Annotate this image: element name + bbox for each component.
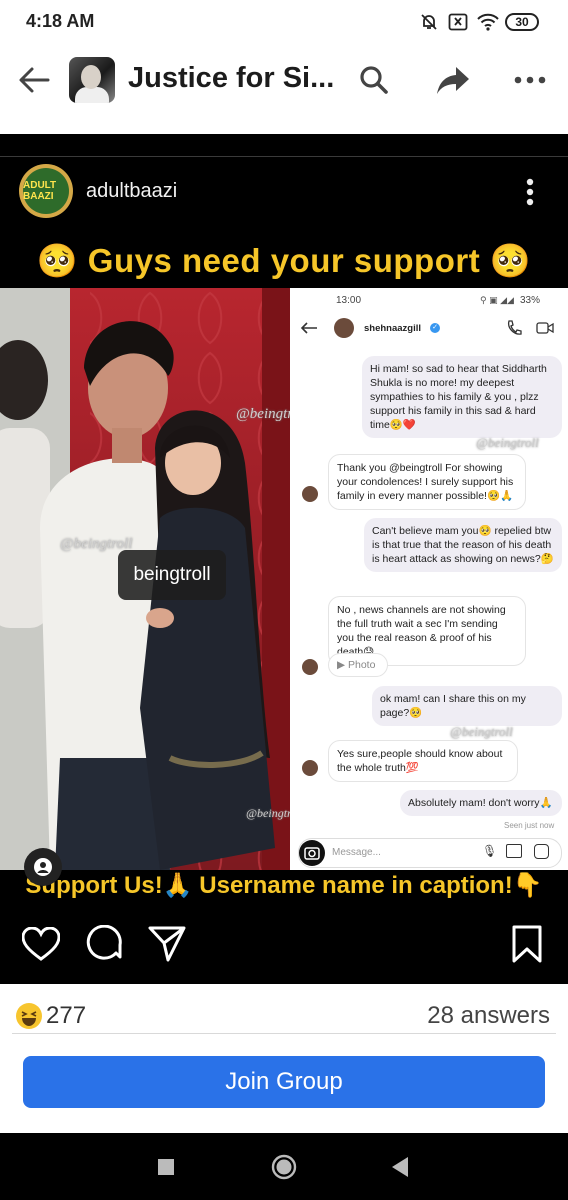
watermark: @beingtroll xyxy=(450,724,513,739)
back-button[interactable] xyxy=(14,60,54,100)
share-arrow-icon xyxy=(437,67,469,94)
save-button[interactable] xyxy=(505,922,549,966)
more-options-button[interactable] xyxy=(510,60,550,100)
watermark: @beingtroll xyxy=(246,806,290,820)
search-button[interactable] xyxy=(354,60,394,100)
footer-divider xyxy=(12,1033,556,1034)
group-title[interactable]: Justice for Si... xyxy=(128,62,334,95)
gallery-icon xyxy=(506,844,522,858)
home-button[interactable] xyxy=(262,1145,306,1189)
chat-back-icon xyxy=(300,322,317,334)
contact-name: shehnaazgill xyxy=(364,323,422,334)
comment-button[interactable] xyxy=(83,922,127,966)
more-vertical-icon xyxy=(526,178,534,206)
support-banner: Support Us!🙏 Username name in caption!👇 xyxy=(25,871,543,899)
mic-icon: 🎙 xyxy=(482,844,498,858)
image-user-tag[interactable]: beingtroll xyxy=(118,550,226,600)
share-button[interactable] xyxy=(433,60,473,100)
video-icon xyxy=(536,322,554,334)
triangle-back-icon xyxy=(392,1157,408,1177)
post-headline: 🥺 Guys need your support 🥺 xyxy=(36,241,532,279)
answers-count[interactable]: 28 answers xyxy=(427,1002,550,1030)
paper-plane-icon xyxy=(148,926,186,962)
tagged-users-button[interactable] xyxy=(24,848,62,886)
arrow-left-icon xyxy=(19,67,50,93)
comment-icon xyxy=(86,925,122,960)
seen-label: Seen just now xyxy=(504,821,555,830)
contact-avatar xyxy=(302,760,318,776)
post-author-name[interactable]: adultbaazi xyxy=(86,180,177,203)
like-button[interactable] xyxy=(19,922,63,966)
square-icon xyxy=(158,1159,174,1175)
sticker-icon xyxy=(534,844,549,859)
camera-icon xyxy=(299,840,325,866)
watermark: @beingtroll xyxy=(476,435,539,450)
chat-message: Can't believe mam you🥺 repelied btw is t… xyxy=(364,518,562,572)
message-placeholder: Message... xyxy=(332,847,381,858)
more-horizontal-icon xyxy=(514,76,546,84)
contact-avatar xyxy=(334,318,354,338)
chat-message: Absolutely mam! don't worry🙏 xyxy=(400,790,562,816)
bookmark-icon xyxy=(512,925,542,963)
person-icon xyxy=(34,858,52,876)
post-author-avatar-logo: ADULT BAAZI xyxy=(23,168,69,214)
status-time: 4:18 AM xyxy=(26,11,95,31)
chat-message: Thank you @beingtroll For showing your c… xyxy=(328,454,526,510)
watermark: @beingtroll xyxy=(236,406,290,422)
post-more-button[interactable] xyxy=(516,176,544,208)
chat-time: 13:00 xyxy=(336,295,362,306)
chat-message: Hi mam! so sad to hear that Siddharth Sh… xyxy=(362,356,562,438)
post-divider xyxy=(0,156,568,157)
phone-icon xyxy=(508,320,522,335)
reactions-summary[interactable]: 277 xyxy=(16,1002,86,1030)
chat-signal-icons: ⚲ ▣ ◢◢ xyxy=(480,295,514,305)
laughing-emoji-icon xyxy=(16,1003,42,1029)
circle-home-icon xyxy=(271,1154,297,1180)
group-avatar[interactable] xyxy=(69,57,115,103)
battery-icon: 30 xyxy=(505,13,539,31)
recents-button[interactable] xyxy=(144,1145,188,1189)
contact-avatar xyxy=(302,486,318,502)
chat-photo-message: ▶ Photo xyxy=(328,653,388,677)
nav-back-button[interactable] xyxy=(378,1145,422,1189)
send-button[interactable] xyxy=(145,922,189,966)
search-icon xyxy=(360,66,388,94)
chat-message: ok mam! can I share this on my page?🥺 xyxy=(372,686,562,726)
bell-off-icon xyxy=(418,12,440,32)
wifi-icon xyxy=(475,12,501,32)
chat-battery: 33% xyxy=(520,295,541,306)
heart-icon xyxy=(22,927,60,961)
box-x-icon xyxy=(447,12,469,32)
verified-icon: ✓ xyxy=(430,323,440,333)
post-author-avatar[interactable]: ADULT BAAZI xyxy=(19,164,73,218)
chat-message: Yes sure,people should know about the wh… xyxy=(328,740,518,782)
contact-avatar xyxy=(302,659,318,675)
join-group-button[interactable]: Join Group xyxy=(23,1056,545,1108)
chat-screenshot: 13:00 ⚲ ▣ ◢◢ 33% shehnaazgill ✓ Hi mam! … xyxy=(290,288,568,870)
reaction-count: 277 xyxy=(46,1002,87,1029)
